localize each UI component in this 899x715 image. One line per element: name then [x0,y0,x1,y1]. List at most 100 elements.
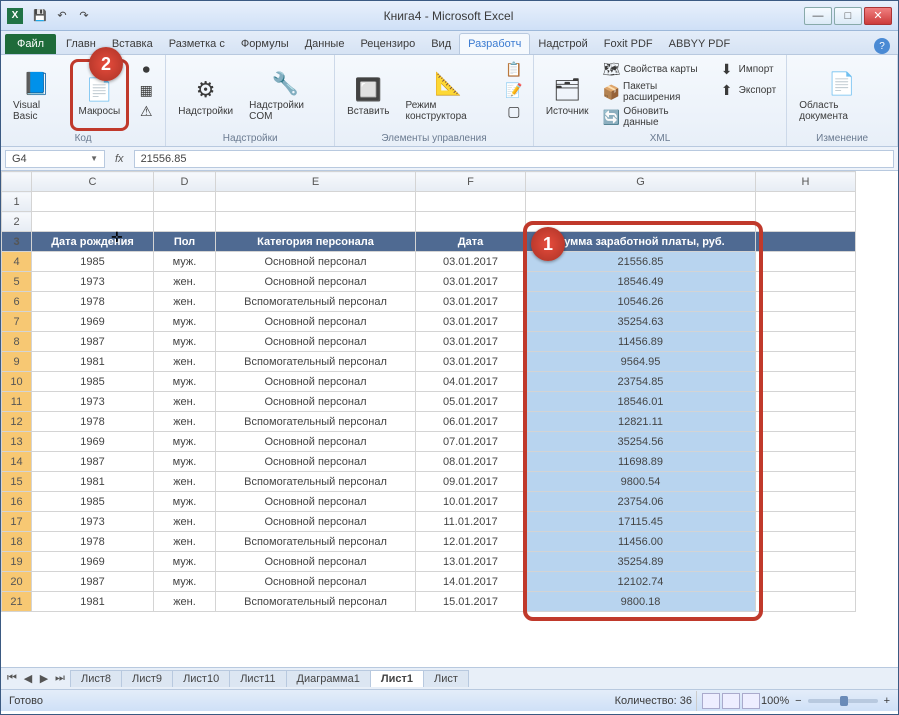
sheet-tab[interactable]: Лист11 [229,670,286,687]
cell[interactable]: Основной персонал [216,372,416,392]
import-button[interactable]: ⬇Импорт [714,59,781,79]
cell[interactable]: 12821.11 [526,412,756,432]
cell[interactable]: 03.01.2017 [416,352,526,372]
cell[interactable]: Основной персонал [216,392,416,412]
row-header[interactable]: 5 [2,272,32,292]
record-macro-button[interactable]: ⏺ [133,59,159,79]
cell[interactable]: Вспомогательный персонал [216,472,416,492]
view-normal-button[interactable] [702,693,720,709]
redo-icon[interactable]: ↷ [75,7,93,25]
undo-icon[interactable]: ↶ [53,7,71,25]
cell[interactable]: 1985 [32,492,154,512]
cell[interactable]: 1969 [32,432,154,452]
row-header[interactable]: 18 [2,532,32,552]
row-header[interactable]: 20 [2,572,32,592]
row-header[interactable]: 16 [2,492,32,512]
cell[interactable]: 14.01.2017 [416,572,526,592]
properties-button[interactable]: 📋 [501,59,527,79]
tab-разметка с[interactable]: Разметка с [161,34,233,54]
cell[interactable]: 18546.49 [526,272,756,292]
cell[interactable]: 1985 [32,252,154,272]
help-icon[interactable]: ? [874,38,890,54]
select-all-corner[interactable] [2,172,32,192]
minimize-button[interactable]: — [804,7,832,25]
row-header[interactable]: 19 [2,552,32,572]
row-header[interactable]: 11 [2,392,32,412]
cell[interactable]: 10.01.2017 [416,492,526,512]
row-header[interactable]: 21 [2,592,32,612]
view-code-button[interactable]: 📝 [501,80,527,100]
cell[interactable]: 11456.89 [526,332,756,352]
document-panel-button[interactable]: 📄 Область документа [793,59,891,131]
cell[interactable]: 10546.26 [526,292,756,312]
sheet-tab[interactable]: Лист1 [370,670,424,687]
cell[interactable]: Основной персонал [216,512,416,532]
sheet-tab[interactable]: Диаграмма1 [286,670,371,687]
row-header[interactable]: 14 [2,452,32,472]
row-header[interactable]: 9 [2,352,32,372]
cell[interactable]: муж. [154,492,216,512]
spreadsheet-grid[interactable]: C D E F G H 123 Дата рождения Пол Катего… [1,171,898,667]
cell[interactable]: 12.01.2017 [416,532,526,552]
tab-формулы[interactable]: Формулы [233,34,297,54]
cell[interactable]: Основной персонал [216,332,416,352]
tab-foxit pdf[interactable]: Foxit PDF [596,34,661,54]
cell[interactable]: муж. [154,552,216,572]
tab-надстрой[interactable]: Надстрой [530,34,595,54]
tab-вид[interactable]: Вид [423,34,459,54]
row-header[interactable]: 17 [2,512,32,532]
cell[interactable]: жен. [154,512,216,532]
row-header[interactable]: 4 [2,252,32,272]
cell[interactable]: 11698.89 [526,452,756,472]
cell[interactable]: 12102.74 [526,572,756,592]
cell[interactable]: 1973 [32,392,154,412]
relative-ref-button[interactable]: ▦ [133,80,159,100]
tab-file[interactable]: Файл [5,34,56,54]
sheet-tab[interactable]: Лист10 [172,670,230,687]
cell[interactable]: 03.01.2017 [416,292,526,312]
cell[interactable]: муж. [154,572,216,592]
cell[interactable]: Вспомогательный персонал [216,292,416,312]
row-header[interactable]: 10 [2,372,32,392]
cell[interactable]: жен. [154,592,216,612]
col-header-c[interactable]: C [32,172,154,192]
cell[interactable]: 06.01.2017 [416,412,526,432]
cell[interactable]: 11456.00 [526,532,756,552]
table-header[interactable]: Категория персонала [216,232,416,252]
name-box[interactable]: G4 ▼ [5,150,105,168]
table-header[interactable]: Дата [416,232,526,252]
close-button[interactable]: ✕ [864,7,892,25]
cell[interactable]: муж. [154,372,216,392]
design-mode-button[interactable]: 📐 Режим конструктора [400,59,497,131]
cell[interactable]: Основной персонал [216,252,416,272]
tab-данные[interactable]: Данные [297,34,353,54]
cell[interactable]: жен. [154,392,216,412]
tab-abbyy pdf[interactable]: ABBYY PDF [661,34,739,54]
cell[interactable]: 11.01.2017 [416,512,526,532]
save-icon[interactable]: 💾 [31,7,49,25]
expansion-packs-button[interactable]: 📦Пакеты расширения [599,80,710,104]
cell[interactable]: 15.01.2017 [416,592,526,612]
tab-разработч[interactable]: Разработч [459,33,530,54]
cell[interactable]: 1978 [32,532,154,552]
cell[interactable]: 13.01.2017 [416,552,526,572]
com-addins-button[interactable]: 🔧 Надстройки COM [243,59,328,131]
row-header[interactable]: 1 [2,192,32,212]
cell[interactable]: 03.01.2017 [416,272,526,292]
col-header-e[interactable]: E [216,172,416,192]
cell[interactable]: 35254.89 [526,552,756,572]
cell[interactable]: муж. [154,332,216,352]
export-button[interactable]: ⬆Экспорт [714,80,781,100]
cell[interactable]: Основной персонал [216,432,416,452]
zoom-slider[interactable] [808,699,878,703]
cell[interactable]: муж. [154,432,216,452]
sheet-nav-prev[interactable]: ◀ [21,672,35,685]
xml-source-button[interactable]: 🗂 Источник [540,59,595,131]
cell[interactable]: Основной персонал [216,272,416,292]
cell[interactable]: Вспомогательный персонал [216,592,416,612]
sheet-nav-next[interactable]: ▶ [37,672,51,685]
view-pagebreak-button[interactable] [742,693,760,709]
cell[interactable]: Основной персонал [216,312,416,332]
cell[interactable]: 1987 [32,572,154,592]
cell[interactable]: 23754.85 [526,372,756,392]
